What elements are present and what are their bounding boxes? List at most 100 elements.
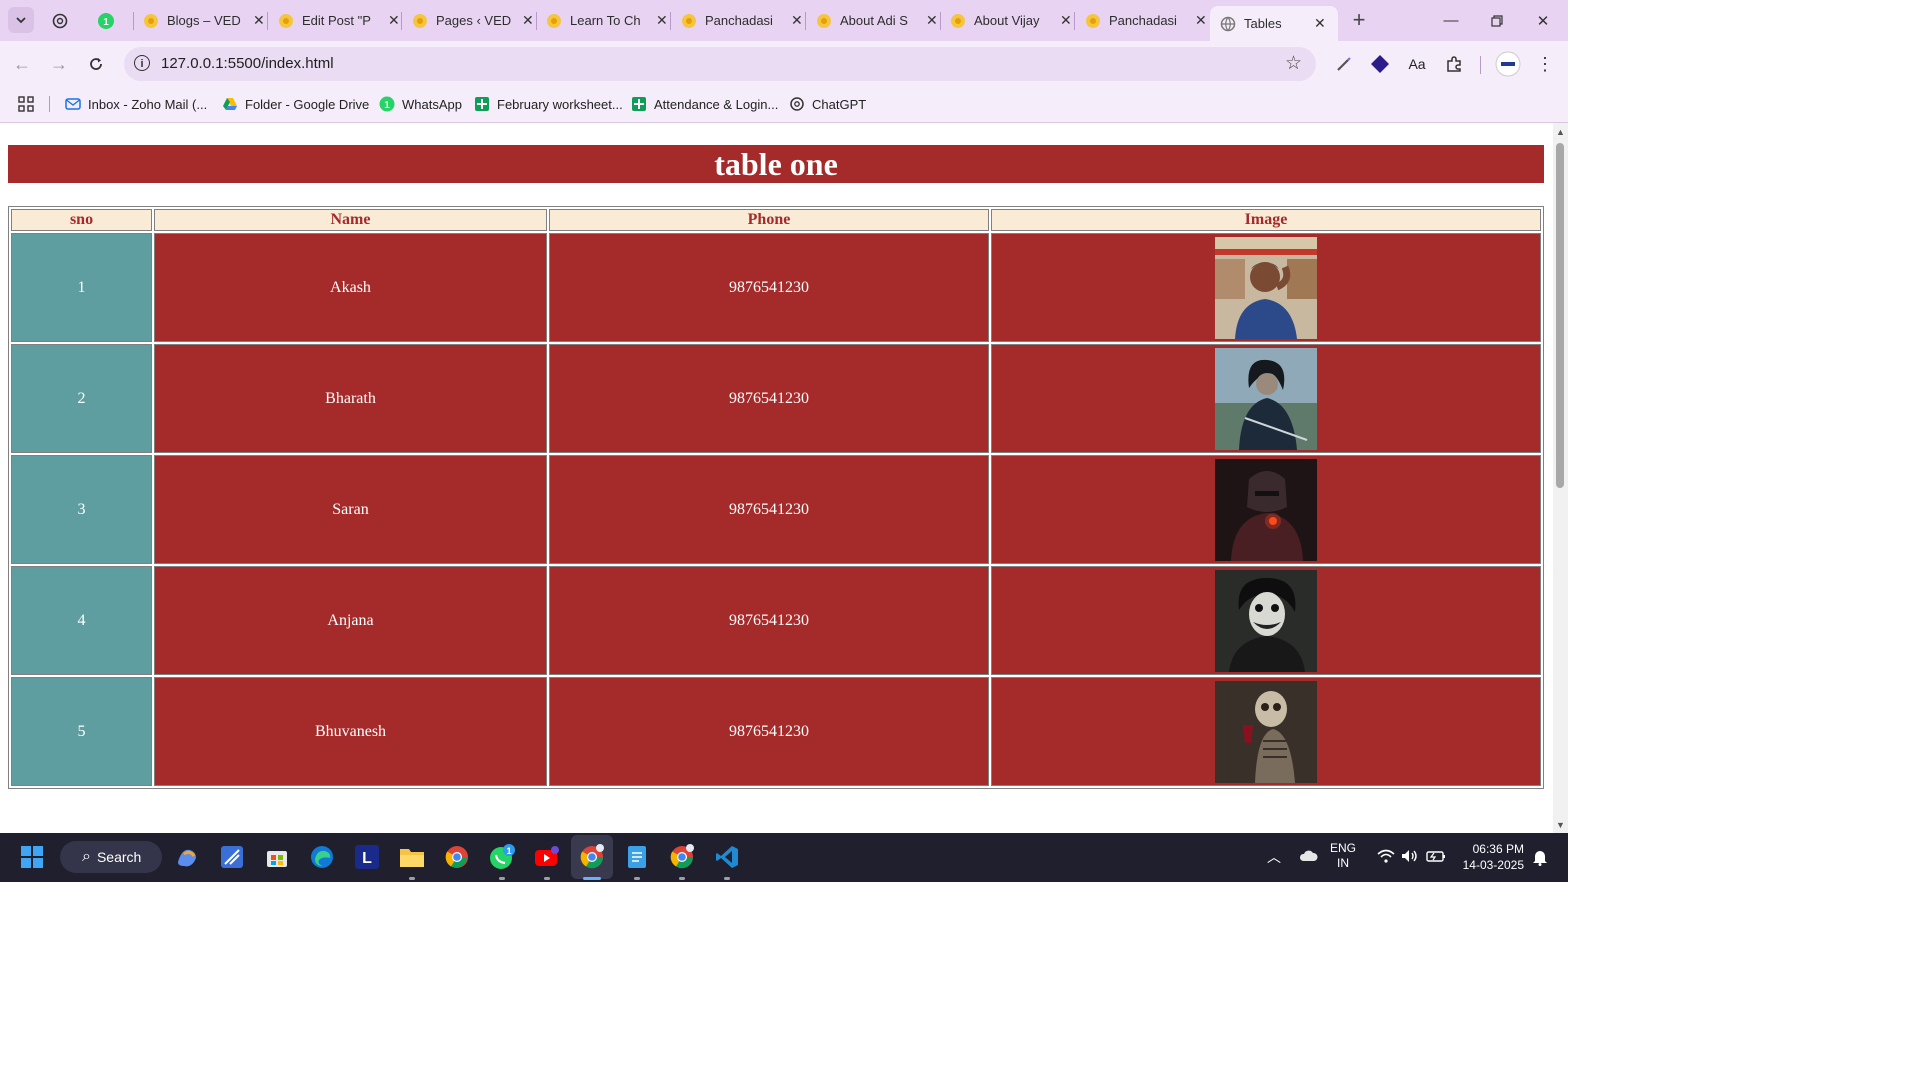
youtube-icon[interactable] xyxy=(531,841,563,873)
table-row: 3 Saran 9876541230 xyxy=(11,455,1541,564)
close-icon[interactable]: ✕ xyxy=(1195,12,1207,29)
tab-pages[interactable]: Pages ‹ VED ✕ xyxy=(412,0,534,41)
column-header-phone: Phone xyxy=(549,209,989,231)
extension-translate-icon[interactable]: Aa xyxy=(1404,51,1430,77)
battery-icon[interactable] xyxy=(1426,849,1446,866)
chrome-profile-icon[interactable] xyxy=(666,841,698,873)
bookmarks-bar: Inbox - Zoho Mail (... Folder - Google D… xyxy=(0,87,1568,123)
windows-start-icon[interactable] xyxy=(16,841,48,873)
close-icon[interactable]: ✕ xyxy=(926,12,938,29)
tab-panchadasi-2[interactable]: Panchadasi ✕ xyxy=(1085,0,1207,41)
back-button[interactable]: ← xyxy=(9,51,35,77)
bookmark-february-worksheet[interactable]: February worksheet... xyxy=(474,94,623,114)
zoho-mail-icon xyxy=(65,98,81,110)
close-icon[interactable]: ✕ xyxy=(388,12,400,29)
menu-kebab-icon[interactable]: ⋮ xyxy=(1532,51,1558,77)
search-icon: ⌕ xyxy=(82,848,91,865)
close-icon[interactable]: ✕ xyxy=(791,12,803,29)
new-tab-button[interactable]: + xyxy=(1346,7,1372,33)
bookmark-attendance[interactable]: Attendance & Login... xyxy=(631,94,778,114)
extension-pen-icon[interactable] xyxy=(1331,51,1357,77)
file-explorer-icon[interactable] xyxy=(396,841,428,873)
tab-search-button[interactable] xyxy=(8,7,34,33)
notifications-bell-icon[interactable] xyxy=(1532,848,1548,869)
close-icon[interactable]: ✕ xyxy=(522,12,534,29)
extensions-puzzle-icon[interactable] xyxy=(1441,51,1467,77)
bookmark-star-icon[interactable]: ☆ xyxy=(1285,52,1302,75)
scrollbar-thumb[interactable] xyxy=(1556,143,1564,488)
bookmark-whatsapp[interactable]: 1 WhatsApp xyxy=(379,94,462,114)
tab-tables[interactable]: Tables ✕ xyxy=(1210,6,1338,41)
scroll-up-arrow-icon[interactable]: ▲ xyxy=(1556,127,1565,137)
tab-title: Panchadasi xyxy=(1109,13,1177,28)
bookmark-zoho-mail[interactable]: Inbox - Zoho Mail (... xyxy=(65,94,207,114)
show-hidden-icons-chevron-icon[interactable]: ︿ xyxy=(1267,847,1281,867)
chevron-down-icon xyxy=(16,17,26,24)
tab-title: Panchadasi xyxy=(705,13,773,28)
notepad-icon[interactable] xyxy=(621,841,653,873)
tab-about-vijay[interactable]: About Vijay ✕ xyxy=(950,0,1072,41)
vscode-icon[interactable] xyxy=(711,841,743,873)
tab-about-adi[interactable]: About Adi S ✕ xyxy=(816,0,938,41)
google-drive-icon xyxy=(223,98,237,110)
cell-name: Anjana xyxy=(154,566,547,675)
tab-chatgpt[interactable] xyxy=(52,0,76,41)
close-icon[interactable]: ✕ xyxy=(1314,15,1326,32)
google-sheets-icon xyxy=(475,97,489,111)
address-bar[interactable]: i 127.0.0.1:5500/index.html ☆ xyxy=(124,47,1316,81)
tab-whatsapp[interactable]: 1 xyxy=(98,0,122,41)
onedrive-cloud-icon[interactable] xyxy=(1298,848,1318,865)
reload-button[interactable] xyxy=(83,51,109,77)
extension-diamond-icon[interactable] xyxy=(1367,51,1393,77)
chrome-active-icon[interactable] xyxy=(576,841,608,873)
profile-avatar[interactable] xyxy=(1495,51,1521,77)
cell-name: Akash xyxy=(154,233,547,342)
microsoft-store-icon[interactable] xyxy=(261,841,293,873)
tab-learn[interactable]: Learn To Ch ✕ xyxy=(546,0,668,41)
cell-sno: 2 xyxy=(11,344,152,453)
tab-blogs[interactable]: Blogs – VED ✕ xyxy=(143,0,265,41)
cell-phone: 9876541230 xyxy=(549,344,989,453)
language-indicator[interactable]: ENG IN xyxy=(1330,841,1356,871)
tab-title: Learn To Ch xyxy=(570,13,641,28)
bookmark-chatgpt[interactable]: ChatGPT xyxy=(789,94,866,114)
bookmark-label: Inbox - Zoho Mail (... xyxy=(88,96,208,112)
chrome-icon[interactable] xyxy=(441,841,473,873)
bookmark-label: WhatsApp xyxy=(402,96,462,112)
tab-panchadasi[interactable]: Panchadasi ✕ xyxy=(681,0,803,41)
site-info-icon[interactable]: i xyxy=(134,55,150,71)
volume-icon[interactable] xyxy=(1401,849,1419,866)
wordpress-icon xyxy=(547,13,561,28)
tab-edit-post[interactable]: Edit Post "P ✕ xyxy=(278,0,400,41)
edge-browser-icon[interactable] xyxy=(306,841,338,873)
cell-image xyxy=(991,455,1541,564)
app-launcher-icon[interactable] xyxy=(216,841,248,873)
restore-button[interactable] xyxy=(1474,0,1520,41)
bookmark-label: Attendance & Login... xyxy=(654,96,779,112)
tab-title: About Vijay xyxy=(974,13,1040,28)
l-app-icon[interactable]: L xyxy=(351,841,383,873)
table-row: 1 Akash 9876541230 xyxy=(11,233,1541,342)
wordpress-icon xyxy=(817,13,831,28)
bookmark-google-drive[interactable]: Folder - Google Drive xyxy=(222,94,369,114)
minimize-button[interactable]: — xyxy=(1428,0,1474,41)
scroll-down-arrow-icon[interactable]: ▼ xyxy=(1556,820,1565,830)
clock[interactable]: 06:36 PM 14-03-2025 xyxy=(1458,841,1524,873)
close-window-button[interactable]: ✕ xyxy=(1520,0,1566,41)
whatsapp-icon[interactable]: 1 xyxy=(486,841,518,873)
forward-button[interactable]: → xyxy=(46,51,72,77)
url-text[interactable]: 127.0.0.1:5500/index.html xyxy=(161,55,334,72)
close-icon[interactable]: ✕ xyxy=(253,12,265,29)
taskbar-search[interactable]: ⌕ Search xyxy=(60,841,162,873)
clock-date: 14-03-2025 xyxy=(1462,858,1524,872)
apps-grid-icon[interactable] xyxy=(18,94,34,114)
close-icon[interactable]: ✕ xyxy=(1060,12,1072,29)
close-icon[interactable]: ✕ xyxy=(656,12,668,29)
bookmark-label: ChatGPT xyxy=(812,96,867,112)
copilot-icon[interactable] xyxy=(171,841,203,873)
vertical-scrollbar[interactable]: ▲ ▼ xyxy=(1553,123,1568,833)
wifi-icon[interactable] xyxy=(1377,849,1395,866)
column-header-name: Name xyxy=(154,209,547,231)
cell-name: Bharath xyxy=(154,344,547,453)
table-row: 4 Anjana 9876541230 xyxy=(11,566,1541,675)
